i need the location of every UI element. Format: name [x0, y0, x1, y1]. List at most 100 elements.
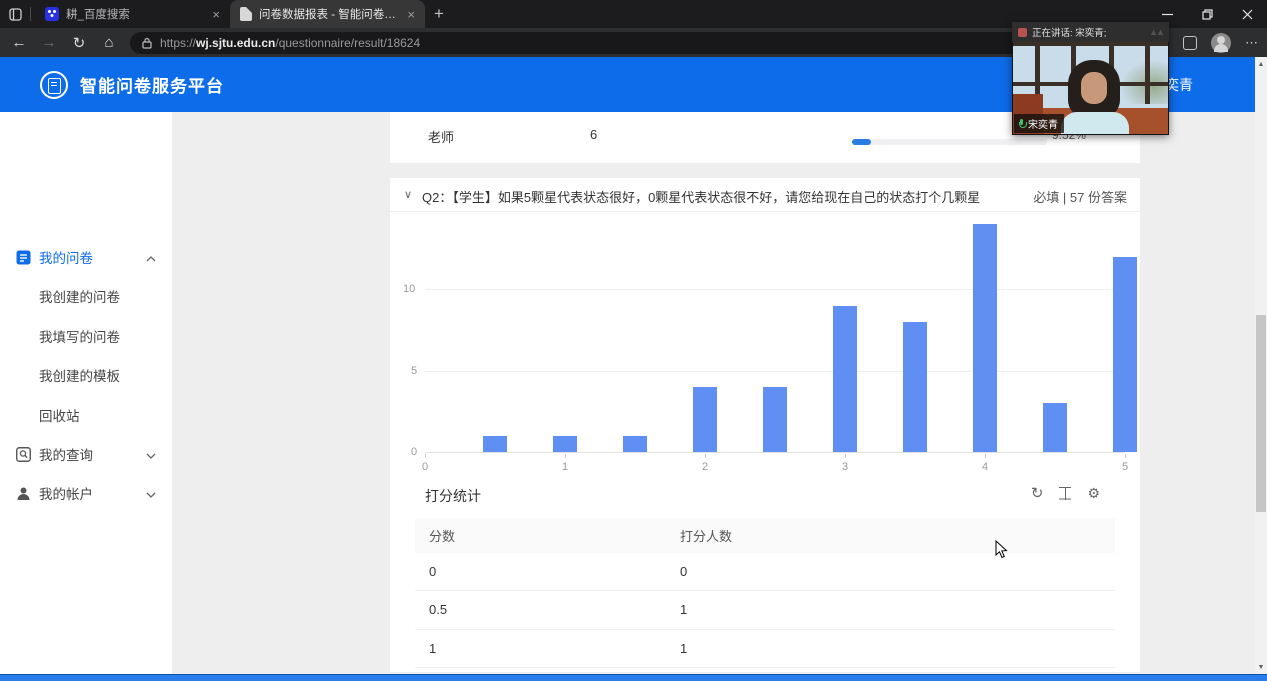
questionnaire-icon: [16, 250, 31, 265]
table-row: 11: [415, 630, 1115, 668]
sidebar-item-label: 我创建的问卷: [39, 286, 172, 306]
scrollbar-thumb[interactable]: [1256, 315, 1266, 512]
progress-fill: [852, 139, 871, 145]
meeting-overlay[interactable]: 正在讲话: 宋奕青; ▲▲ 宋奕青: [1012, 22, 1169, 135]
participant-name-tag: 宋奕青: [1014, 114, 1064, 133]
participant-name: 宋奕青: [1028, 116, 1058, 131]
x-axis-tickmark: [425, 454, 426, 458]
url-text: https://wj.sjtu.edu.cn/questionnaire/res…: [160, 36, 420, 50]
y-axis-tick-label: 0: [411, 446, 417, 484]
collapse-question-icon[interactable]: ∨: [404, 188, 412, 201]
progress-bar: [852, 139, 1047, 145]
tab-title: 问卷数据报表 - 智能问卷服务平台: [259, 6, 398, 22]
table-header-row: 分数 打分人数: [415, 518, 1115, 553]
browser-tab-baidu[interactable]: 耕_百度搜索 ×: [35, 0, 230, 28]
back-icon[interactable]: ←: [4, 34, 34, 51]
count-cell: 1: [680, 602, 980, 617]
screen-share-border: [0, 674, 1267, 681]
sidebar-item-1[interactable]: 我创建的问卷: [0, 282, 172, 310]
x-axis-tick-label: 1: [562, 461, 568, 473]
y-axis-tick-label: 5: [411, 365, 417, 403]
score-table-title: 打分统计: [425, 486, 481, 506]
tab-separator: [30, 7, 31, 21]
meeting-video-thumbnail: 宋奕青: [1012, 42, 1169, 135]
score-cell: 1: [415, 641, 680, 656]
page-favicon: [240, 7, 252, 21]
stat-count: 6: [590, 127, 597, 142]
y-axis-tick-label: 10: [403, 283, 415, 321]
tab-title: 耕_百度搜索: [66, 6, 203, 22]
count-cell: 0: [680, 564, 980, 579]
meeting-status-bar: 正在讲话: 宋奕青; ▲▲: [1012, 22, 1169, 42]
table-row: 0.51: [415, 591, 1115, 629]
score-cell: 0: [415, 564, 680, 579]
score-table: 分数 打分人数 000.5111: [415, 518, 1115, 668]
toolbar-right-icons: ⋯: [1183, 28, 1259, 57]
refresh-table-icon[interactable]: ↻: [1031, 484, 1044, 502]
x-axis-tick-label: 4: [982, 461, 988, 473]
mouse-cursor: [995, 540, 1009, 560]
x-axis-tickmark: [985, 454, 986, 458]
sidebar-item-label: 回收站: [39, 405, 172, 425]
tab-close-icon[interactable]: ×: [405, 8, 417, 21]
table-toolbar: ↻ ⚙: [1031, 484, 1100, 502]
sidebar-item-3[interactable]: 我创建的模板: [0, 361, 172, 389]
sidebar-item-label: 我的问卷: [39, 247, 146, 267]
search-icon: [16, 447, 31, 462]
score-cell: 0.5: [415, 602, 680, 617]
sidebar: 我的问卷我创建的问卷我填写的问卷我创建的模板回收站我的查询我的帐户: [0, 112, 172, 675]
new-tab-button[interactable]: +: [425, 0, 453, 28]
screen: 耕_百度搜索 × 问卷数据报表 - 智能问卷服务平台 × + ← → ↻ ⌂ h…: [0, 0, 1267, 681]
scroll-up-icon[interactable]: ▲: [1255, 61, 1267, 68]
stat-label: 老师: [428, 127, 454, 146]
column-header: 分数: [415, 526, 680, 545]
maximize-button[interactable]: [1187, 0, 1227, 28]
video-window-frame: [1145, 42, 1150, 104]
browser-profile-icon[interactable]: [1211, 33, 1231, 53]
sidebar-item-6[interactable]: 我的帐户: [0, 479, 172, 507]
meeting-app-icon: [1018, 28, 1027, 37]
video-person: [1061, 112, 1129, 134]
sidebar-item-label: 我的查询: [39, 444, 146, 464]
baidu-favicon: [45, 7, 59, 21]
lock-icon: [142, 37, 152, 49]
forward-icon[interactable]: →: [34, 34, 64, 51]
sidebar-item-label: 我创建的模板: [39, 365, 172, 385]
tab-actions-menu-icon[interactable]: [0, 0, 30, 28]
scroll-down-icon[interactable]: ▼: [1255, 664, 1267, 671]
sidebar-item-2[interactable]: 我填写的问卷: [0, 322, 172, 350]
count-cell: 1: [680, 641, 980, 656]
collections-icon[interactable]: [1183, 36, 1197, 50]
x-axis-tick-label: 5: [1122, 461, 1128, 473]
chevron-down-icon: [146, 486, 156, 501]
x-axis-tick-label: 0: [422, 461, 428, 473]
text-tool-icon[interactable]: [1059, 487, 1071, 500]
mic-icon: [1018, 119, 1025, 129]
x-axis-tickmark: [565, 454, 566, 458]
sidebar-item-label: 我的帐户: [39, 483, 146, 503]
sidebar-item-label: 我填写的问卷: [39, 326, 172, 346]
meeting-watermark: ▲▲: [1149, 27, 1163, 37]
column-header: 打分人数: [680, 526, 980, 545]
meeting-status-text: 正在讲话: 宋奕青;: [1032, 25, 1144, 39]
tab-close-icon[interactable]: ×: [210, 8, 222, 21]
sidebar-item-4[interactable]: 回收站: [0, 401, 172, 429]
x-axis-tickmark: [1125, 454, 1126, 458]
close-window-button[interactable]: [1227, 0, 1267, 28]
x-axis-tickmark: [705, 454, 706, 458]
sidebar-item-5[interactable]: 我的查询: [0, 440, 172, 468]
table-row: 00: [415, 553, 1115, 591]
sidebar-item-0[interactable]: 我的问卷: [0, 243, 172, 271]
refresh-icon[interactable]: ↻: [64, 34, 94, 52]
video-person: [1081, 72, 1107, 104]
platform-logo-icon: [40, 71, 68, 99]
chevron-down-icon: [146, 447, 156, 462]
chevron-up-icon: [146, 250, 156, 265]
more-menu-icon[interactable]: ⋯: [1245, 35, 1259, 51]
address-bar[interactable]: https://wj.sjtu.edu.cn/questionnaire/res…: [130, 32, 1140, 54]
page-scrollbar[interactable]: ▲ ▼: [1255, 57, 1267, 675]
settings-gear-icon[interactable]: ⚙: [1087, 485, 1100, 502]
home-icon[interactable]: ⌂: [94, 34, 124, 51]
browser-tab-questionnaire-active[interactable]: 问卷数据报表 - 智能问卷服务平台 ×: [230, 0, 425, 28]
user-icon: [16, 486, 31, 501]
